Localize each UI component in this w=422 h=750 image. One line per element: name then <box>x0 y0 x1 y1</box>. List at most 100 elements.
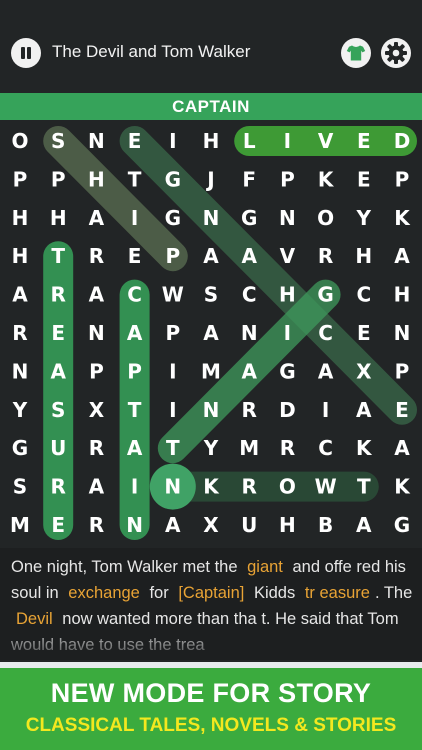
grid-letter[interactable]: F <box>242 167 256 191</box>
grid-letter[interactable]: I <box>169 359 176 383</box>
grid-letter[interactable]: N <box>241 321 258 345</box>
grid-letter[interactable]: X <box>356 359 372 383</box>
grid-letter[interactable]: A <box>89 283 105 307</box>
grid-letter[interactable]: R <box>318 244 333 268</box>
grid-letter[interactable]: U <box>50 436 66 460</box>
grid-letter[interactable]: N <box>279 206 296 230</box>
grid-letter[interactable]: N <box>88 129 105 153</box>
grid-letter[interactable]: M <box>239 436 259 460</box>
grid-letter[interactable]: K <box>394 206 411 230</box>
settings-button[interactable] <box>381 38 411 68</box>
grid-letter[interactable]: T <box>166 436 180 460</box>
grid-letter[interactable]: C <box>356 283 371 307</box>
grid-letter[interactable]: V <box>318 129 334 153</box>
grid-letter[interactable]: A <box>318 359 334 383</box>
grid-letter[interactable]: R <box>280 436 295 460</box>
grid-letter[interactable]: H <box>12 244 29 268</box>
grid-letter[interactable]: R <box>89 436 104 460</box>
grid-letter[interactable]: X <box>89 398 105 422</box>
grid-letter[interactable]: A <box>89 475 105 499</box>
grid-letter[interactable]: A <box>356 398 372 422</box>
grid-letter[interactable]: W <box>162 283 184 307</box>
grid-letter[interactable]: S <box>51 398 65 422</box>
grid-letter[interactable]: O <box>11 129 28 153</box>
grid-letter[interactable]: G <box>317 283 333 307</box>
grid-letter[interactable]: A <box>356 513 372 537</box>
grid-letter[interactable]: I <box>284 129 291 153</box>
grid-letter[interactable]: P <box>89 359 104 383</box>
grid-letter[interactable]: X <box>203 513 219 537</box>
grid-letter[interactable]: O <box>317 206 334 230</box>
grid-letter[interactable]: H <box>279 513 296 537</box>
grid-letter[interactable]: I <box>322 398 329 422</box>
grid-letter[interactable]: V <box>280 244 296 268</box>
grid-letter[interactable]: A <box>50 359 66 383</box>
grid-letter[interactable]: D <box>279 398 296 422</box>
grid-letter[interactable]: E <box>357 167 371 191</box>
grid-letter[interactable]: P <box>395 359 410 383</box>
story-word-captain[interactable]: [Captain] <box>173 584 249 602</box>
pause-button[interactable] <box>11 38 41 68</box>
grid-letter[interactable]: Y <box>356 206 372 230</box>
grid-letter[interactable]: E <box>128 244 142 268</box>
grid-letter[interactable]: A <box>89 206 105 230</box>
grid-letter[interactable]: I <box>169 398 176 422</box>
grid-letter[interactable]: P <box>127 359 142 383</box>
grid-letter[interactable]: I <box>284 321 291 345</box>
grid-letter[interactable]: T <box>357 475 371 499</box>
grid-letter[interactable]: S <box>13 475 27 499</box>
grid-letter[interactable]: T <box>128 398 142 422</box>
grid-letter[interactable]: A <box>127 321 143 345</box>
grid-letter[interactable]: A <box>127 436 143 460</box>
grid-letter[interactable]: G <box>12 436 28 460</box>
grid-letter[interactable]: N <box>12 359 29 383</box>
grid-letter[interactable]: I <box>131 206 138 230</box>
grid-letter[interactable]: P <box>51 167 66 191</box>
grid-letter[interactable]: R <box>50 475 65 499</box>
grid-letter[interactable]: N <box>164 475 181 499</box>
grid-letter[interactable]: H <box>394 283 411 307</box>
grid-letter[interactable]: P <box>395 167 410 191</box>
grid-letter[interactable]: K <box>356 436 373 460</box>
grid-letter[interactable]: A <box>203 321 219 345</box>
grid-letter[interactable]: A <box>241 244 257 268</box>
grid-letter[interactable]: A <box>165 513 181 537</box>
grid-letter[interactable]: C <box>318 436 333 460</box>
grid-letter[interactable]: H <box>88 167 105 191</box>
grid-letter[interactable]: A <box>12 283 28 307</box>
grid-letter[interactable]: R <box>89 513 104 537</box>
grid-letter[interactable]: C <box>318 321 333 345</box>
grid-letter[interactable]: R <box>50 283 65 307</box>
grid-letter[interactable]: N <box>126 513 143 537</box>
grid-letter[interactable]: L <box>243 129 256 153</box>
grid-letter[interactable]: N <box>203 398 220 422</box>
grid-letter[interactable]: H <box>50 206 67 230</box>
grid-letter[interactable]: C <box>242 283 257 307</box>
grid-letter[interactable]: G <box>394 513 410 537</box>
grid-letter[interactable]: E <box>357 129 371 153</box>
grid-letter[interactable]: K <box>203 475 220 499</box>
grid-letter[interactable]: S <box>51 129 65 153</box>
grid-letter[interactable]: U <box>241 513 257 537</box>
grid-letter[interactable]: G <box>241 206 257 230</box>
grid-letter[interactable]: A <box>394 244 410 268</box>
story-word-treasure[interactable]: tr easure <box>300 584 375 602</box>
letter-grid[interactable]: O S N E I H L I V E DP P H T G J F P K E PH H A I G N G N O Y KH T R E P A A… <box>0 120 422 548</box>
grid-letter[interactable]: R <box>241 475 256 499</box>
grid-letter[interactable]: K <box>394 475 411 499</box>
grid-letter[interactable]: E <box>51 321 65 345</box>
grid-letter[interactable]: S <box>204 283 218 307</box>
grid-letter[interactable]: R <box>89 244 104 268</box>
grid-letter[interactable]: M <box>201 359 221 383</box>
grid-letter[interactable]: I <box>131 475 138 499</box>
grid-letter[interactable]: E <box>357 321 371 345</box>
grid-letter[interactable]: T <box>51 244 65 268</box>
grid-letter[interactable]: E <box>51 513 65 537</box>
grid-letter[interactable]: N <box>203 206 220 230</box>
story-word-exchange[interactable]: exchange <box>63 584 145 602</box>
grid-letter[interactable]: J <box>205 167 214 191</box>
grid-letter[interactable]: M <box>10 513 30 537</box>
grid-letter[interactable]: H <box>279 283 296 307</box>
grid-letter[interactable]: P <box>280 167 295 191</box>
grid-letter[interactable]: C <box>127 283 142 307</box>
